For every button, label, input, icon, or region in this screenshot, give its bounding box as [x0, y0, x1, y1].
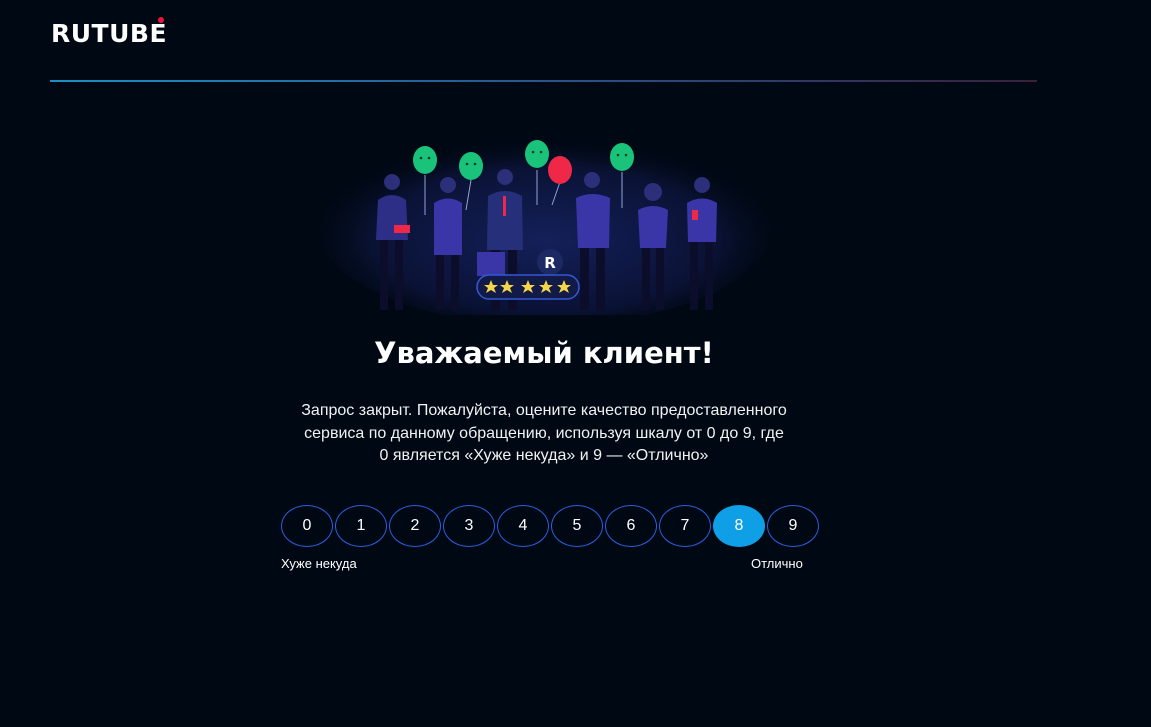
rating-scale: 0 1 2 3 4 5 6 7 8 9 — [281, 505, 819, 547]
description-line: сервиса по данному обращению, используя … — [304, 424, 784, 442]
rating-button-1[interactable]: 1 — [335, 505, 387, 547]
r-badge-letter: R — [544, 254, 556, 272]
scale-max-label: Отлично — [751, 556, 803, 571]
logo-dot — [158, 17, 164, 23]
rating-button-9[interactable]: 9 — [767, 505, 819, 547]
rating-button-3[interactable]: 3 — [443, 505, 495, 547]
scale-min-label: Хуже некуда — [281, 556, 357, 571]
feedback-description: Запрос закрыт. Пожалуйста, оцените качес… — [268, 400, 820, 468]
rating-button-4[interactable]: 4 — [497, 505, 549, 547]
header-divider — [50, 80, 1037, 82]
description-line: 0 является «Хуже некуда» и 9 — «Отлично» — [379, 447, 709, 464]
rutube-logo[interactable]: RUTUBE — [51, 18, 167, 50]
page-title: Уважаемый клиент! — [374, 336, 714, 370]
rating-button-0[interactable]: 0 — [281, 505, 333, 547]
feedback-page: RUTUBE R Уважаемый клиент! Запрос закрыт… — [0, 0, 1151, 727]
rating-button-5[interactable]: 5 — [551, 505, 603, 547]
people-with-balloons-illustration: R — [320, 135, 770, 315]
rating-button-7[interactable]: 7 — [659, 505, 711, 547]
description-line: Запрос закрыт. Пожалуйста, оцените качес… — [301, 402, 787, 419]
rating-button-6[interactable]: 6 — [605, 505, 657, 547]
rating-button-8[interactable]: 8 — [713, 505, 765, 547]
rating-button-2[interactable]: 2 — [389, 505, 441, 547]
